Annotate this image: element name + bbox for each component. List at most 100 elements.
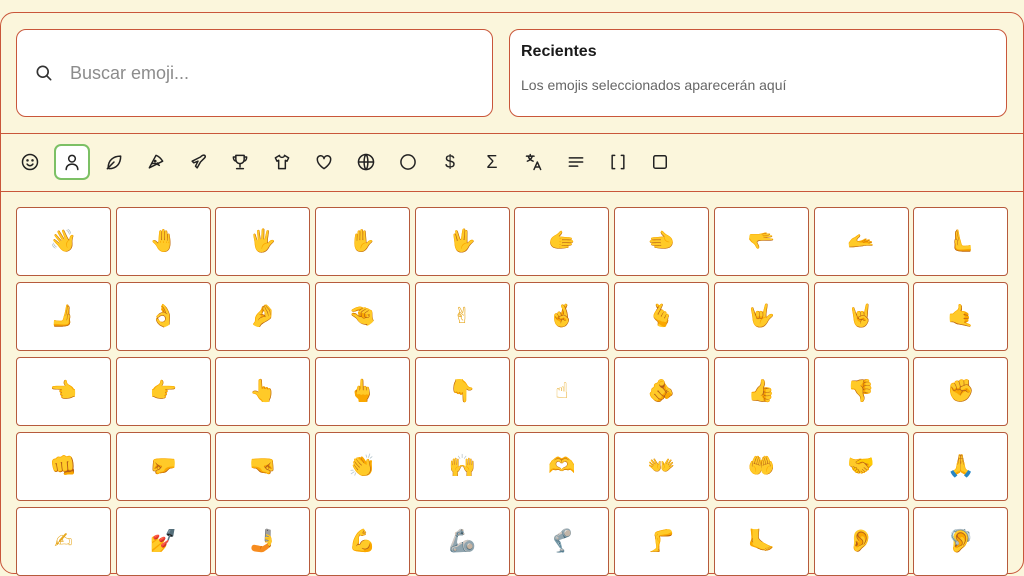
emoji-glyph: 🫷 — [946, 229, 975, 254]
emoji-button[interactable]: 🖕 — [315, 357, 411, 426]
emoji-button[interactable]: 🤞 — [514, 282, 610, 351]
emoji-button[interactable]: 🤳 — [215, 507, 311, 576]
category-currency[interactable]: $ — [432, 144, 468, 180]
emoji-button[interactable]: ✊ — [913, 357, 1009, 426]
emoji-glyph: 🤘 — [847, 304, 875, 329]
category-text[interactable] — [558, 144, 594, 180]
search-input[interactable] — [68, 61, 452, 85]
emoji-glyph: 🫲 — [647, 229, 676, 254]
emoji-button[interactable]: ✋ — [315, 207, 411, 276]
emoji-glyph: 🙏 — [946, 454, 975, 479]
emoji-glyph: 👇 — [448, 379, 476, 404]
emoji-button[interactable]: 🦶 — [713, 507, 809, 576]
emoji-glyph: 👏 — [348, 454, 377, 479]
emoji-button[interactable]: ☝ — [514, 357, 610, 426]
category-brackets[interactable] — [600, 144, 636, 180]
emoji-button[interactable]: 🦵 — [614, 507, 710, 576]
emoji-glyph: 👎 — [847, 379, 875, 404]
recent-panel: Recientes Los emojis seleccionados apare… — [509, 29, 1007, 117]
category-square[interactable] — [642, 144, 678, 180]
category-math[interactable]: Σ — [474, 144, 510, 180]
dollar-icon: $ — [444, 151, 455, 172]
emoji-glyph: 🖖 — [448, 229, 476, 254]
emoji-button[interactable]: 👇 — [414, 357, 510, 426]
category-shapes[interactable] — [390, 144, 426, 180]
category-food[interactable] — [138, 144, 174, 180]
emoji-button[interactable]: 🤌 — [215, 282, 311, 351]
category-activities[interactable] — [222, 144, 258, 180]
emoji-button[interactable]: 👋 — [16, 207, 111, 276]
emoji-glyph: ✋ — [348, 229, 377, 254]
emoji-glyph: 🤲 — [747, 454, 776, 479]
emoji-glyph: ✌ — [453, 304, 472, 329]
emoji-button[interactable]: 👈 — [16, 357, 111, 426]
emoji-button[interactable]: 👍 — [713, 357, 809, 426]
emoji-glyph: 🫸 — [49, 304, 78, 329]
emoji-glyph: 🤟 — [747, 304, 776, 329]
emoji-button[interactable]: 🫸 — [16, 282, 111, 351]
translate-icon — [525, 153, 542, 171]
emoji-button[interactable]: 👊 — [16, 432, 111, 501]
emoji-button[interactable]: 🤛 — [115, 432, 211, 501]
emoji-button[interactable]: 🤏 — [315, 282, 411, 351]
emoji-button[interactable]: 👉 — [115, 357, 211, 426]
emoji-glyph: 🖕 — [348, 379, 377, 404]
emoji-button[interactable]: 🫶 — [514, 432, 610, 501]
emoji-button[interactable]: 🤟 — [713, 282, 809, 351]
emoji-button[interactable]: 🫵 — [614, 357, 710, 426]
emoji-button[interactable]: 👎 — [813, 357, 909, 426]
emoji-button[interactable]: 👌 — [115, 282, 211, 351]
emoji-button[interactable]: 🖖 — [414, 207, 510, 276]
emoji-button[interactable]: 🫱 — [514, 207, 610, 276]
emoji-button[interactable]: 🫲 — [614, 207, 710, 276]
category-objects[interactable] — [264, 144, 300, 180]
emoji-button[interactable]: 🫰 — [614, 282, 710, 351]
emoji-button[interactable]: 💪 — [315, 507, 411, 576]
emoji-button[interactable]: 🖐 — [215, 207, 311, 276]
leaf-icon — [106, 155, 122, 170]
divider — [1, 191, 1023, 192]
category-symbols[interactable] — [306, 144, 342, 180]
emoji-button[interactable]: 🤚 — [115, 207, 211, 276]
emoji-button[interactable]: 🤲 — [713, 432, 809, 501]
category-nature[interactable] — [96, 144, 132, 180]
search-box[interactable] — [16, 29, 493, 117]
emoji-button[interactable]: 🦻 — [913, 507, 1009, 576]
plane-icon — [191, 154, 207, 169]
emoji-button[interactable]: 🦿 — [514, 507, 610, 576]
emoji-button[interactable]: 🫴 — [813, 207, 909, 276]
recent-title: Recientes — [521, 43, 597, 60]
emoji-glyph: 🦿 — [548, 529, 576, 554]
emoji-button[interactable]: ✌ — [414, 282, 510, 351]
emoji-glyph: 👊 — [49, 454, 78, 479]
emoji-glyph: ☝ — [555, 379, 569, 404]
emoji-button[interactable]: ✍ — [16, 507, 111, 576]
emoji-button[interactable]: 🤝 — [813, 432, 909, 501]
emoji-button[interactable]: 👂 — [813, 507, 909, 576]
category-languages[interactable] — [516, 144, 552, 180]
emoji-button[interactable]: 🤙 — [913, 282, 1009, 351]
category-bar: $ Σ — [12, 143, 684, 181]
emoji-button[interactable]: 🦾 — [414, 507, 510, 576]
emoji-glyph: 🤞 — [548, 304, 576, 329]
emoji-grid: 👋 🤚 🖐 ✋ 🖖 🫱 🫲 🫳 🫴 🫷 🫸 👌 🤌 🤏 ✌ 🤞 🫰 🤟 🤘 🤙 👈 👉 👆 🖕 👇 ☝ 🫵 👍 👎 ✊ 👊 🤛 🤜 👏 🙌 🫶 👐 🤲 🤝 🙏… — [16, 207, 1009, 576]
emoji-glyph: 🦶 — [747, 529, 776, 554]
emoji-button[interactable]: 🫳 — [713, 207, 809, 276]
emoji-glyph: 👂 — [847, 529, 875, 554]
category-people[interactable] — [54, 144, 90, 180]
emoji-button[interactable]: 🙏 — [913, 432, 1009, 501]
emoji-button[interactable]: 👆 — [215, 357, 311, 426]
emoji-button[interactable]: 🫷 — [913, 207, 1009, 276]
category-smileys[interactable] — [12, 144, 48, 180]
emoji-glyph: 🦾 — [448, 529, 476, 554]
emoji-button[interactable]: 🙌 — [414, 432, 510, 501]
emoji-glyph: 🦵 — [647, 529, 676, 554]
category-travel[interactable] — [180, 144, 216, 180]
pizza-icon — [148, 154, 164, 169]
emoji-button[interactable]: 👏 — [315, 432, 411, 501]
emoji-button[interactable]: 👐 — [614, 432, 710, 501]
emoji-button[interactable]: 🤜 — [215, 432, 311, 501]
emoji-button[interactable]: 🤘 — [813, 282, 909, 351]
emoji-button[interactable]: 💅 — [115, 507, 211, 576]
category-flags[interactable] — [348, 144, 384, 180]
